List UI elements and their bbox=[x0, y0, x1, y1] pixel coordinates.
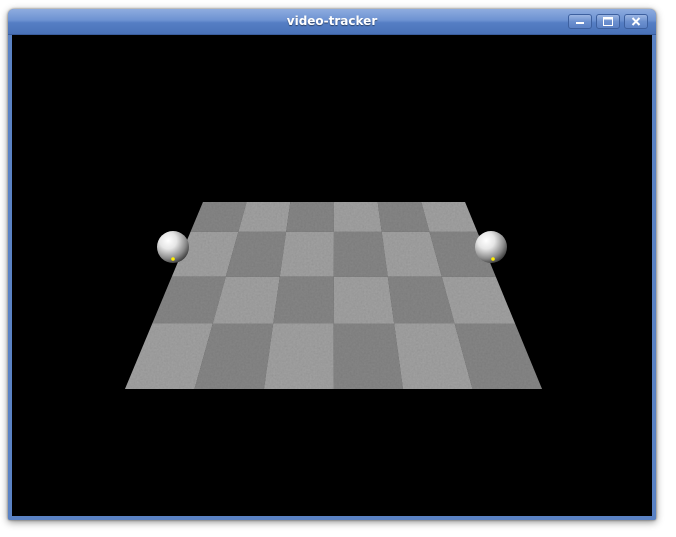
sphere-right bbox=[475, 231, 507, 263]
floor-tile bbox=[333, 323, 403, 389]
maximize-button[interactable] bbox=[596, 14, 620, 29]
floor-tile bbox=[264, 323, 334, 389]
floor-tile bbox=[238, 202, 291, 232]
title-bar[interactable]: video-tracker bbox=[8, 9, 656, 35]
floor-tile bbox=[279, 231, 334, 277]
floor-tile bbox=[333, 231, 388, 277]
floor-tile bbox=[190, 202, 247, 232]
render-viewport[interactable] bbox=[12, 35, 652, 516]
app-window: video-tracker bbox=[8, 9, 656, 520]
scene-canvas bbox=[125, 202, 542, 389]
window-title: video-tracker bbox=[286, 14, 378, 28]
minimize-button[interactable] bbox=[568, 14, 592, 29]
sphere-left bbox=[157, 231, 189, 263]
floor-tile bbox=[333, 276, 395, 324]
floor-tile bbox=[441, 276, 516, 324]
floor-tile bbox=[286, 202, 334, 232]
floor-tile bbox=[377, 202, 430, 232]
floor-tile bbox=[333, 202, 382, 232]
minimize-icon bbox=[576, 22, 584, 24]
maximize-icon bbox=[603, 17, 613, 26]
textured-floor bbox=[125, 202, 542, 389]
close-icon bbox=[631, 17, 641, 26]
tracking-marker-right bbox=[491, 257, 495, 261]
floor-tile bbox=[273, 276, 334, 324]
tracking-marker-left bbox=[171, 257, 175, 261]
floor-tile bbox=[421, 202, 478, 232]
close-button[interactable] bbox=[624, 14, 648, 29]
